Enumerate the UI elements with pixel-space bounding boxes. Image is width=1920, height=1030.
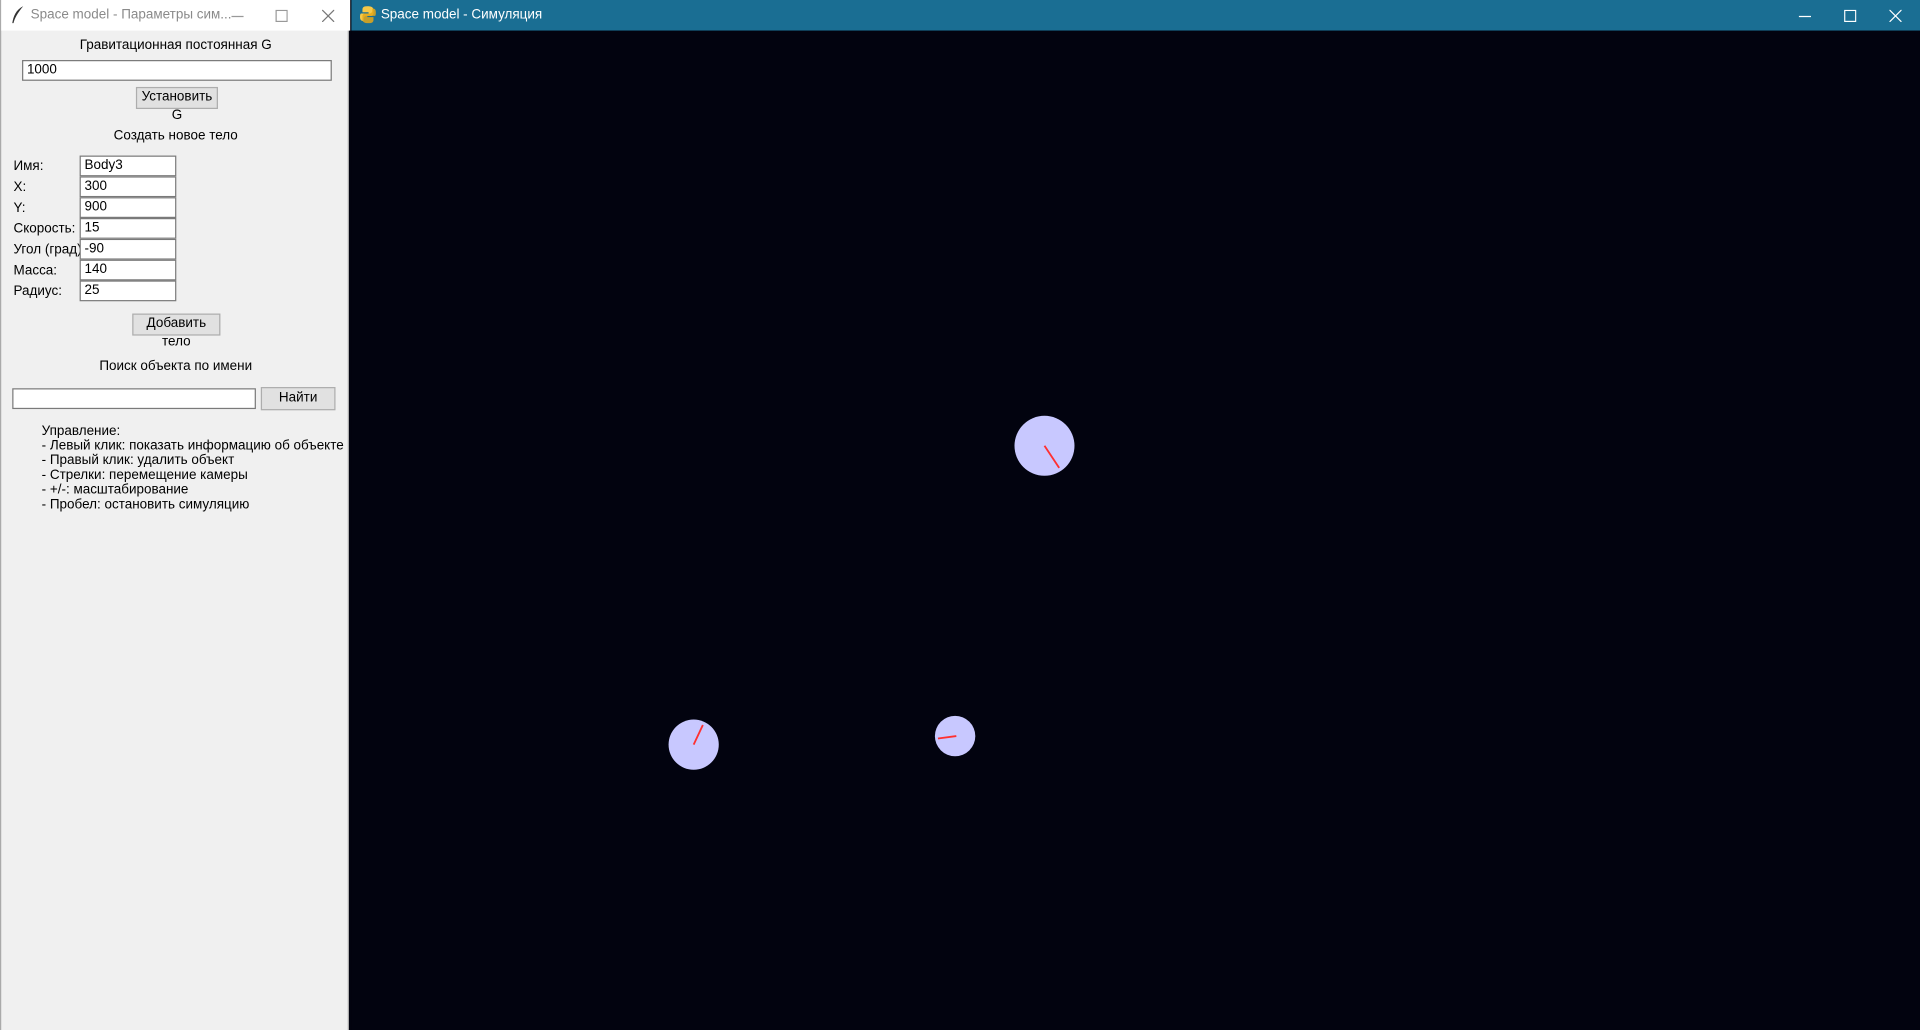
mass-label: Масса: (13, 263, 58, 279)
minimize-button[interactable] (216, 0, 260, 31)
x-label: X: (13, 180, 27, 195)
help-line: - Стрелки: перемещение камеры (41, 467, 248, 483)
space-background (351, 30, 1920, 1030)
help-line: - Правый клик: удалить объект (41, 453, 235, 468)
search-input[interactable] (12, 388, 256, 410)
close-button[interactable] (306, 0, 350, 31)
desktop: Space model - Параметры сим... Гравитаци… (0, 0, 1920, 1030)
body[interactable] (1014, 415, 1075, 476)
close-icon (1889, 9, 1902, 22)
search-heading: Поиск объекта по имени (99, 358, 253, 374)
maximize-icon (1844, 9, 1857, 22)
name-label: Имя: (13, 159, 44, 174)
find-button[interactable]: Найти (260, 387, 336, 411)
y-input[interactable]: 900 (79, 197, 177, 219)
x-input[interactable]: 300 (79, 176, 177, 198)
gravity-input[interactable]: 1000 (22, 60, 332, 81)
body-disc (668, 719, 719, 770)
maximize-button[interactable] (260, 0, 304, 31)
maximize-icon (275, 9, 288, 22)
sim-titlebar[interactable]: Space model - Симуляция (351, 0, 1920, 31)
speed-label: Скорость: (13, 221, 76, 237)
params-window: Space model - Параметры сим... Гравитаци… (0, 0, 351, 1030)
help-line: - Левый клик: показать информацию об объ… (41, 438, 344, 454)
new-body-heading: Создать новое тело (113, 128, 238, 144)
params-window-title: Space model - Параметры сим... (30, 7, 232, 23)
mass-input[interactable]: 140 (79, 259, 177, 281)
body-disc (1014, 415, 1075, 476)
minimize-icon (1798, 15, 1812, 17)
params-titlebar[interactable]: Space model - Параметры сим... (1, 0, 351, 31)
y-label: Y: (13, 200, 26, 216)
name-input[interactable]: Body3 (79, 155, 177, 177)
help-title: Управление: (41, 423, 121, 439)
feather-icon (11, 6, 26, 24)
close-icon (322, 9, 335, 22)
sim-minimize-button[interactable] (1783, 0, 1827, 31)
radius-label: Радиус: (13, 284, 62, 299)
sim-maximize-button[interactable] (1828, 0, 1872, 31)
help-line: - +/-: масштабирование (41, 482, 189, 498)
simulation-window: Space model - Симуляция (351, 0, 1920, 1030)
angle-input[interactable]: -90 (79, 238, 177, 260)
minimize-icon (231, 15, 244, 17)
speed-input[interactable]: 15 (79, 218, 177, 239)
radius-input[interactable]: 25 (79, 280, 177, 302)
python-icon (360, 6, 376, 24)
help-line: - Пробел: остановить симуляцию (41, 497, 250, 512)
set-g-button[interactable]: Установить G (135, 86, 218, 122)
body[interactable] (934, 715, 976, 757)
simulation-canvas[interactable] (351, 30, 1920, 1030)
sim-window-title: Space model - Симуляция (380, 7, 543, 23)
gravity-heading: Гравитационная постоянная G (79, 37, 272, 53)
sim-close-button[interactable] (1873, 0, 1917, 31)
body[interactable] (668, 719, 719, 770)
angle-label: Угол (град): (13, 242, 86, 258)
add-body-button[interactable]: Добавить тело (132, 313, 221, 349)
